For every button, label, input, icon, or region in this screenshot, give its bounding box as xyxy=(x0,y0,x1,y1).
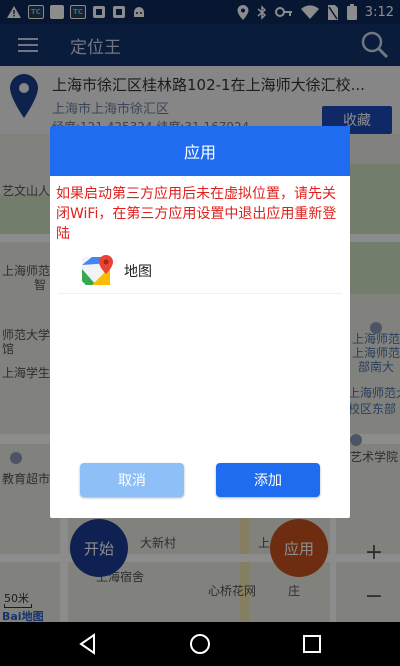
app-list-item[interactable]: 地图 xyxy=(58,248,342,294)
dialog-title: 应用 xyxy=(50,126,350,176)
back-icon[interactable] xyxy=(76,632,100,656)
apps-dialog: 应用 如果启动第三方应用后未在虚拟位置，请先关闭WiFi，在第三方应用设置中退出… xyxy=(50,126,350,518)
system-nav-bar xyxy=(0,622,400,666)
cancel-button[interactable]: 取消 xyxy=(80,463,184,497)
add-button[interactable]: 添加 xyxy=(216,463,320,497)
google-maps-icon xyxy=(82,254,113,285)
dialog-warning-text: 如果启动第三方应用后未在虚拟位置，请先关闭WiFi，在第三方应用设置中退出应用重… xyxy=(56,186,337,242)
home-icon[interactable] xyxy=(188,632,212,656)
app-list-item-label: 地图 xyxy=(124,263,152,280)
recent-apps-icon[interactable] xyxy=(300,632,324,656)
